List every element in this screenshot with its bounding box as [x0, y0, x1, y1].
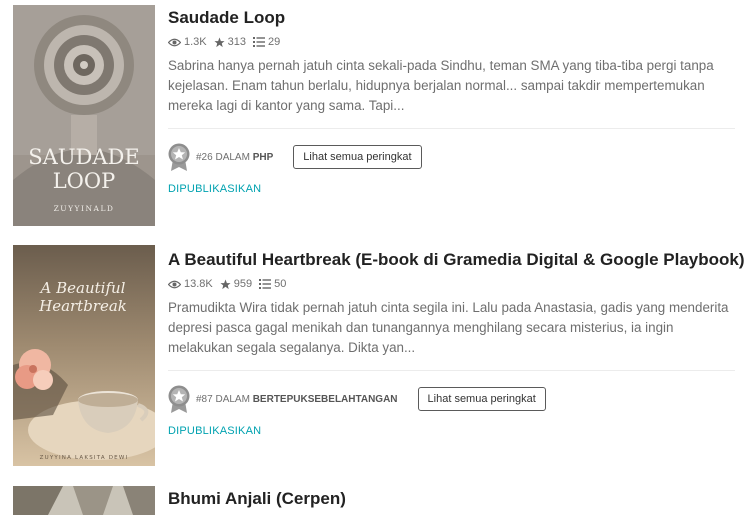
eye-icon [168, 38, 181, 46]
see-all-rankings-button[interactable]: Lihat semua peringkat [417, 387, 546, 411]
status-label: DIPUBLIKASIKAN [168, 425, 262, 437]
story-title[interactable]: A Beautiful Heartbreak (E-book di Gramed… [168, 250, 745, 270]
story-cover[interactable]: A Beautiful Heartbreak ZUYYINA LAKSITA D… [13, 245, 155, 466]
ranking-medal-icon [168, 143, 190, 171]
story-description: Pramudikta Wira tidak pernah jatuh cinta… [168, 300, 729, 355]
eye-icon [168, 280, 181, 288]
ranking-row: #87 DALAM BERTEPUKSEBELAHTANGAN Lihat se… [168, 385, 735, 413]
votes-stat: 959 [220, 278, 252, 290]
story-card: SAUDADE LOOP ZUYYINALD Saudade Loop 1.3K… [0, 0, 747, 235]
rank-number: #26 [196, 151, 213, 163]
reads-count: 1.3K [184, 36, 207, 48]
cover-title-line1: SAUDADE [28, 145, 139, 169]
votes-count: 959 [233, 278, 253, 290]
star-icon [214, 36, 225, 47]
reads-stat: 13.8K [168, 278, 213, 290]
list-icon [259, 279, 272, 289]
divider [168, 128, 735, 129]
story-info: A Beautiful Heartbreak (E-book di Gramed… [168, 250, 745, 437]
story-title[interactable]: Bhumi Anjali (Cerpen) [168, 489, 735, 509]
cover-title-line2: LOOP [53, 169, 116, 193]
rank-number: #87 [196, 393, 213, 405]
cover-author: ZUYYINALD [54, 204, 115, 213]
see-all-rankings-button[interactable]: Lihat semua peringkat [293, 145, 422, 169]
status-label: DIPUBLIKASIKAN [168, 183, 262, 195]
parts-stat: 50 [259, 278, 286, 290]
story-info: Saudade Loop 1.3K 313 29 Sabrina hanya p… [168, 8, 735, 195]
story-title[interactable]: Saudade Loop [168, 8, 735, 28]
votes-stat: 313 [214, 36, 246, 48]
star-icon [220, 278, 231, 289]
votes-count: 313 [227, 36, 246, 48]
story-info: Bhumi Anjali (Cerpen) [168, 489, 735, 509]
rank-tag[interactable]: PHP [253, 152, 274, 163]
parts-count: 29 [268, 36, 281, 48]
cover-author: ZUYYINA LAKSITA DEWI [40, 455, 129, 461]
rank-tag[interactable]: BERTEPUKSEBELAHTANGAN [253, 394, 398, 405]
reads-stat: 1.3K [168, 36, 207, 48]
parts-stat: 29 [253, 36, 280, 48]
story-description: Sabrina hanya pernah jatuh cinta sekali-… [168, 58, 714, 113]
story-cover[interactable]: SAUDADE LOOP ZUYYINALD [13, 5, 155, 226]
story-cover[interactable] [13, 486, 155, 515]
ranking-row: #26 DALAM PHP Lihat semua peringkat [168, 143, 735, 171]
parts-count: 50 [274, 278, 287, 290]
story-stats: 13.8K 959 50 [168, 278, 735, 290]
rank-word: DALAM [215, 151, 250, 163]
story-card: A Beautiful Heartbreak ZUYYINA LAKSITA D… [0, 240, 747, 475]
ranking-medal-icon [168, 385, 190, 413]
story-stats: 1.3K 313 29 [168, 36, 735, 48]
rank-word: DALAM [215, 393, 250, 405]
cover-title-line1: A Beautiful [39, 279, 126, 297]
list-icon [253, 37, 265, 47]
ranking-text: #87 DALAM BERTEPUKSEBELAHTANGAN [196, 394, 398, 405]
ranking-text: #26 DALAM PHP [196, 152, 273, 163]
cover-title-line2: Heartbreak [38, 297, 127, 315]
story-card: Bhumi Anjali (Cerpen) [0, 482, 747, 515]
reads-count: 13.8K [184, 278, 213, 290]
divider [168, 370, 735, 371]
